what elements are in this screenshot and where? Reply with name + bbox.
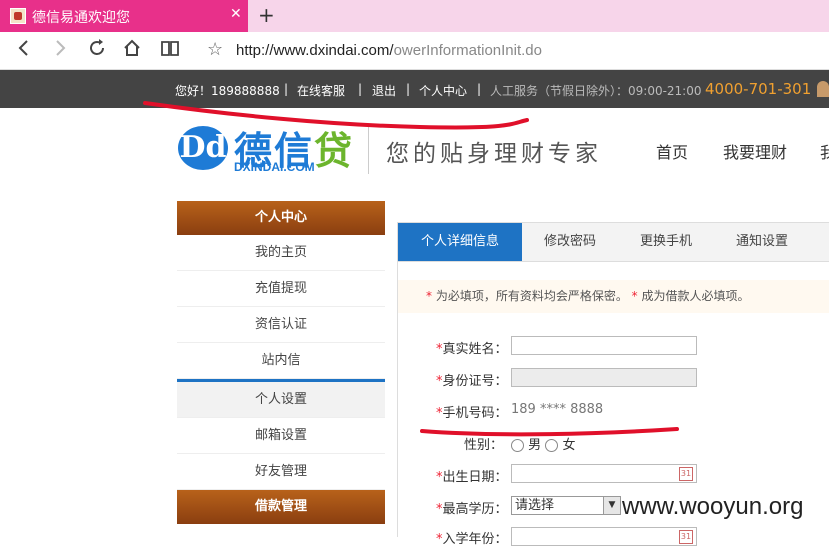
logout-link[interactable]: 退出	[372, 82, 396, 99]
separator: |	[477, 82, 482, 96]
name-label: *真实姓名：	[436, 342, 508, 357]
separator: |	[284, 82, 289, 96]
avatar-icon	[817, 81, 829, 97]
profile-panel: 个人详细信息 修改密码 更换手机 通知设置 * 为必填项，所有资料均会严格保密。…	[397, 222, 829, 547]
enroll-year-input[interactable]: 31	[511, 527, 697, 546]
birth-label-text: 出生日期：	[442, 470, 508, 485]
sidebar-item-settings[interactable]: 个人设置	[177, 379, 385, 418]
gender-male-label: 男	[528, 438, 542, 453]
url-host: http://www.dxindai.com/	[236, 42, 394, 59]
sidebar-item-email[interactable]: 邮箱设置	[177, 418, 385, 454]
education-select[interactable]: 请选择 ▼	[511, 496, 621, 515]
education-label: *最高学历：	[436, 502, 508, 517]
name-label-text: 真实姓名：	[442, 342, 508, 357]
new-tab-icon[interactable]: +	[258, 3, 275, 27]
favorite-star-icon[interactable]: ☆	[207, 39, 223, 60]
sidebar-item-messages[interactable]: 站内信	[177, 343, 385, 379]
site-favicon-icon	[10, 8, 26, 24]
nav-more[interactable]: 我	[820, 139, 829, 163]
tab-change-phone[interactable]: 更换手机	[618, 223, 714, 261]
phone-value: 189 **** 8888	[511, 402, 604, 417]
browser-tab[interactable]: 德信易通欢迎您 ✕	[0, 0, 248, 32]
birth-label: *出生日期：	[436, 470, 508, 485]
sidebar-item-recharge[interactable]: 充值提现	[177, 271, 385, 307]
url-field[interactable]: http://www.dxindai.com/owerInformationIn…	[236, 42, 542, 59]
sidebar-item-home[interactable]: 我的主页	[177, 235, 385, 271]
sidebar-head-loans[interactable]: 借款管理	[177, 490, 385, 524]
tab-title: 德信易通欢迎您	[32, 10, 130, 26]
nav-invest[interactable]: 我要理财	[723, 139, 787, 163]
watermark: www.wooyun.org	[622, 493, 804, 520]
gender-label: 性别：	[464, 438, 504, 453]
close-tab-icon[interactable]: ✕	[230, 6, 242, 22]
home-icon[interactable]	[122, 38, 142, 63]
online-service-link[interactable]: 在线客服	[297, 82, 345, 99]
birth-date-input[interactable]: 31	[511, 464, 697, 483]
tab-change-password[interactable]: 修改密码	[522, 223, 618, 261]
refresh-icon[interactable]	[87, 38, 107, 63]
separator: |	[406, 82, 411, 96]
gender-options: 男 女	[511, 434, 575, 453]
education-label-text: 最高学历：	[442, 502, 508, 517]
slogan: 您的贴身理财专家	[386, 141, 602, 167]
sidebar-head-personal: 个人中心	[177, 201, 385, 235]
enroll-label-text: 入学年份：	[442, 532, 508, 547]
hotline-number: 4000-701-301	[705, 80, 812, 98]
logo-text-b: 贷	[314, 129, 355, 173]
calendar-icon[interactable]: 31	[679, 467, 693, 481]
notice-text-a: 为必填项，所有资料均会严格保密。	[435, 289, 628, 303]
address-bar: ☆ http://www.dxindai.com/owerInformation…	[0, 32, 829, 70]
personal-center-link[interactable]: 个人中心	[419, 82, 467, 99]
profile-tabs: 个人详细信息 修改密码 更换手机 通知设置	[398, 223, 829, 262]
user-greeting: 您好！189888888	[175, 84, 280, 98]
gender-female-label: 女	[562, 438, 576, 453]
reading-view-icon[interactable]	[160, 38, 180, 63]
site-top-bar: 您好！189888888 | 在线客服 | 退出 | 个人中心 | 人工服务（节…	[0, 70, 829, 108]
tab-notifications[interactable]: 通知设置	[714, 223, 810, 261]
browser-tab-bar: 德信易通欢迎您 ✕ +	[0, 0, 829, 32]
tab-personal-info[interactable]: 个人详细信息	[398, 223, 522, 261]
education-select-value: 请选择	[515, 498, 555, 513]
calendar-icon[interactable]: 31	[679, 530, 693, 544]
service-hours: 人工服务（节假日除外）：09:00-21:00	[490, 84, 702, 98]
sidebar: 个人中心 我的主页 充值提现 资信认证 站内信 个人设置 邮箱设置 好友管理 借…	[177, 201, 385, 524]
id-label-text: 身份证号：	[442, 374, 508, 389]
header-divider	[368, 124, 369, 174]
notice-text-b: 成为借款人必填项。	[641, 289, 750, 303]
sidebar-item-friends[interactable]: 好友管理	[177, 454, 385, 490]
sidebar-item-credit[interactable]: 资信认证	[177, 307, 385, 343]
id-label: *身份证号：	[436, 374, 508, 389]
id-number-input	[511, 368, 697, 387]
logo-domain: DXINDAI.COM	[234, 160, 315, 174]
url-path: owerInformationInit.do	[393, 42, 542, 59]
phone-label: *手机号码：	[436, 406, 508, 421]
gender-male-radio[interactable]	[511, 439, 524, 452]
gender-female-radio[interactable]	[545, 439, 559, 452]
back-icon[interactable]	[16, 38, 32, 63]
enroll-label: *入学年份：	[436, 532, 508, 547]
real-name-input[interactable]	[511, 336, 697, 355]
separator: |	[358, 82, 363, 96]
logo-mark[interactable]: Dd	[178, 126, 228, 170]
forward-icon[interactable]	[52, 38, 68, 63]
chevron-down-icon: ▼	[603, 497, 620, 514]
phone-label-text: 手机号码：	[442, 406, 508, 421]
nav-home[interactable]: 首页	[656, 139, 688, 163]
required-notice: * 为必填项，所有资料均会严格保密。 * 成为借款人必填项。	[398, 280, 829, 313]
